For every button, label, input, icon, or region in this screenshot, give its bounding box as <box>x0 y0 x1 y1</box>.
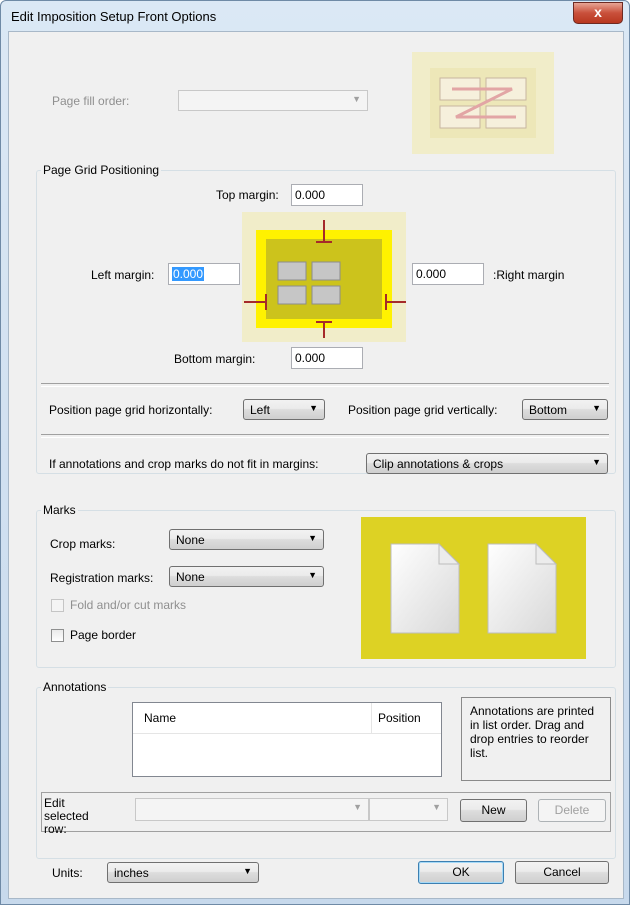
top-margin-field[interactable]: 0.000 <box>291 184 363 206</box>
chevron-down-icon: ▼ <box>432 802 441 812</box>
annotation-fit-select[interactable]: Clip annotations & crops ▼ <box>366 453 608 474</box>
delete-button[interactable]: Delete <box>538 799 606 822</box>
vertical-position-value: Bottom <box>529 403 568 417</box>
separator <box>41 383 609 387</box>
page-fill-order-label: Page fill order: <box>52 94 130 108</box>
annotations-hint: Annotations are printed in list order. D… <box>461 697 611 781</box>
crop-marks-select[interactable]: None ▼ <box>169 529 324 550</box>
page-border-label: Page border <box>70 628 137 642</box>
chevron-down-icon: ▼ <box>592 403 601 413</box>
marks-title: Marks <box>41 503 78 517</box>
crop-marks-value: None <box>176 533 205 547</box>
annotation-fit-value: Clip annotations & crops <box>373 457 504 471</box>
page-grid-icon <box>244 220 406 338</box>
title-bar: Edit Imposition Setup Front Options x <box>1 1 629 31</box>
left-margin-value: 0.000 <box>172 267 205 281</box>
column-header-position[interactable]: Position <box>372 703 440 733</box>
close-button[interactable]: x <box>573 2 623 24</box>
ok-button[interactable]: OK <box>418 861 504 884</box>
cancel-button[interactable]: Cancel <box>515 861 609 884</box>
left-margin-field[interactable]: 0.000 <box>168 263 240 285</box>
page-fill-preview <box>412 52 554 154</box>
vertical-position-select[interactable]: Bottom ▼ <box>522 399 608 420</box>
dialog-window: Edit Imposition Setup Front Options x Pa… <box>0 0 630 905</box>
top-margin-label: Top margin: <box>216 188 279 202</box>
chevron-down-icon: ▼ <box>308 570 317 580</box>
chevron-down-icon: ▼ <box>308 533 317 543</box>
page-grid-positioning-title: Page Grid Positioning <box>41 163 162 177</box>
header-divider <box>133 733 441 734</box>
annotations-table[interactable]: Name Position <box>132 702 442 777</box>
edit-row-name-select[interactable]: ▼ <box>135 798 369 821</box>
page-icon <box>390 542 558 634</box>
right-margin-field[interactable]: 0.000 <box>412 263 484 285</box>
bottom-margin-value: 0.000 <box>295 351 326 365</box>
new-button[interactable]: New <box>460 799 527 822</box>
crop-marks-label: Crop marks: <box>50 537 116 551</box>
registration-marks-label: Registration marks: <box>50 571 154 585</box>
page-fill-icon <box>430 68 536 138</box>
separator <box>41 434 609 438</box>
horizontal-position-value: Left <box>250 403 271 417</box>
right-margin-label: :Right margin <box>493 268 565 282</box>
registration-marks-value: None <box>176 570 205 584</box>
horizontal-position-label: Position page grid horizontally: <box>49 403 213 417</box>
annotation-fit-label: If annotations and crop marks do not fit… <box>49 457 319 471</box>
units-select[interactable]: inches ▼ <box>107 862 259 883</box>
edit-row-position-select[interactable]: ▼ <box>369 798 448 821</box>
dialog-body: Page fill order: ▼ Page Grid Positioning… <box>8 31 624 899</box>
page-border-checkbox[interactable] <box>51 629 64 642</box>
chevron-down-icon: ▼ <box>592 457 601 467</box>
chevron-down-icon: ▼ <box>243 866 252 876</box>
bottom-margin-label: Bottom margin: <box>174 352 256 366</box>
fold-marks-label: Fold and/or cut marks <box>70 598 187 612</box>
top-margin-value: 0.000 <box>295 188 326 202</box>
window-title: Edit Imposition Setup Front Options <box>11 9 217 24</box>
units-label: Units: <box>52 866 83 880</box>
page-grid-preview <box>242 212 406 342</box>
left-margin-label: Left margin: <box>91 268 155 282</box>
units-value: inches <box>114 866 149 880</box>
vertical-position-label: Position page grid vertically: <box>348 403 498 417</box>
marks-preview <box>361 517 586 659</box>
fold-marks-checkbox[interactable] <box>51 599 64 612</box>
column-header-name[interactable]: Name <box>133 703 372 733</box>
chevron-down-icon: ▼ <box>309 403 318 413</box>
right-margin-value: 0.000 <box>416 267 447 281</box>
registration-marks-select[interactable]: None ▼ <box>169 566 324 587</box>
page-fill-order-select[interactable]: ▼ <box>178 90 368 111</box>
edit-row-label: Edit selected row: <box>44 796 89 836</box>
chevron-down-icon: ▼ <box>352 94 361 104</box>
horizontal-position-select[interactable]: Left ▼ <box>243 399 325 420</box>
chevron-down-icon: ▼ <box>353 802 362 812</box>
bottom-margin-field[interactable]: 0.000 <box>291 347 363 369</box>
annotations-title: Annotations <box>41 680 109 694</box>
